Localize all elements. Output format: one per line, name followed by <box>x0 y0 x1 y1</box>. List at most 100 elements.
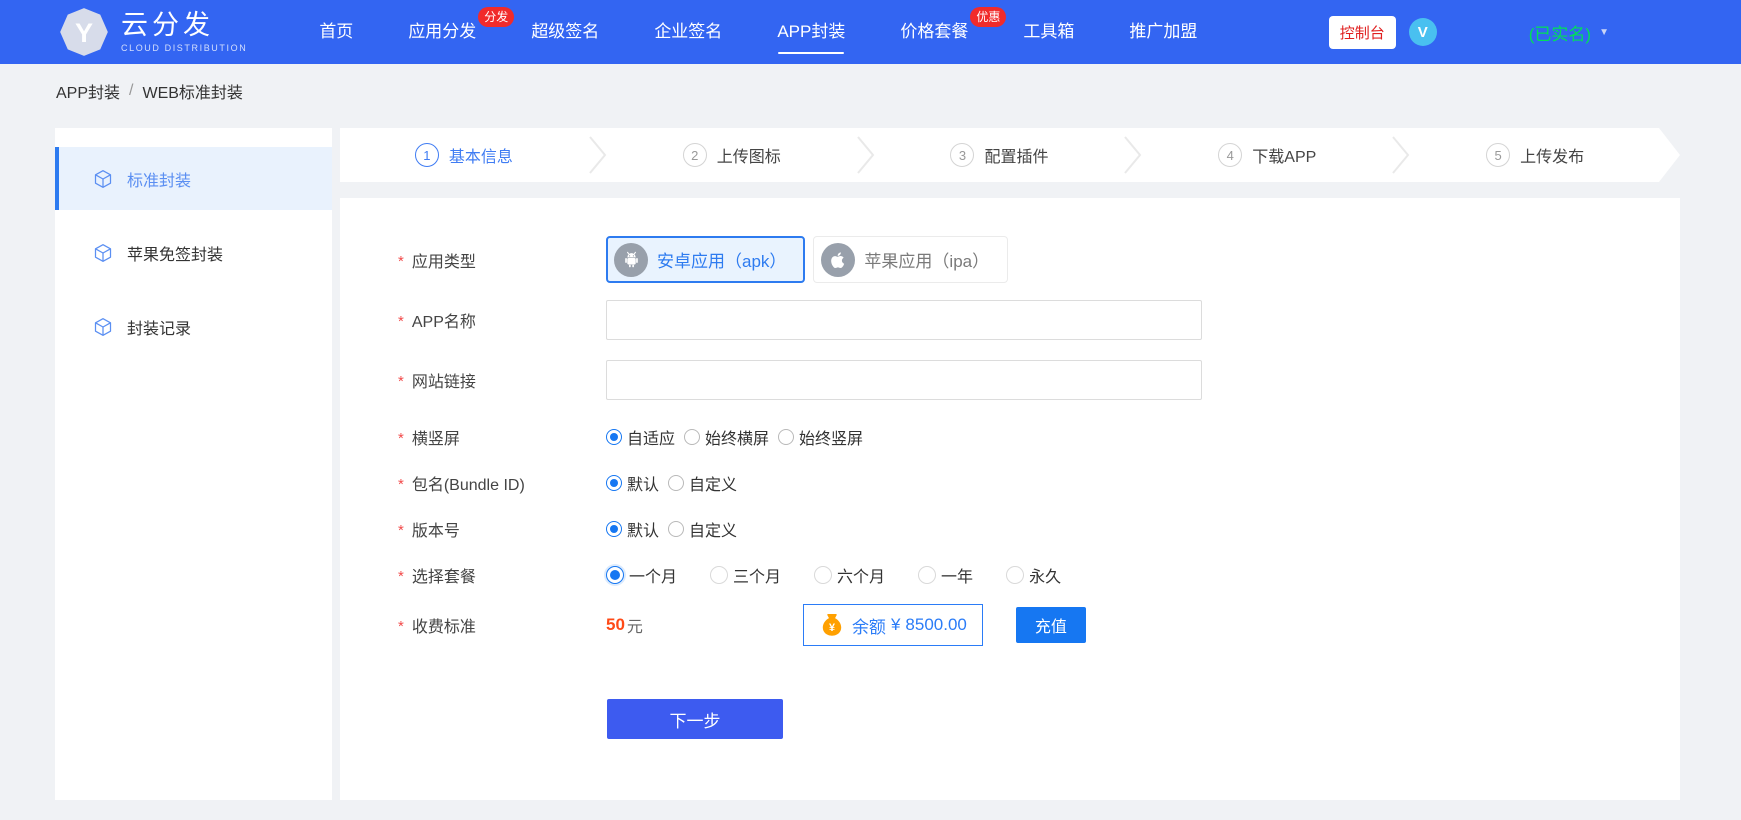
app-type-options: 安卓应用（apk） 苹果应用（ipa） <box>606 236 1008 283</box>
field-label: * 应用类型 <box>340 248 606 272</box>
step-label: 配置插件 <box>984 143 1048 167</box>
chevron-down-icon: ▼ <box>1599 27 1609 38</box>
console-button[interactable]: 控制台 <box>1329 16 1396 49</box>
cube-icon <box>93 243 113 263</box>
step-number: 2 <box>683 143 707 167</box>
sidebar-item-label: 封装记录 <box>127 315 191 339</box>
radio-icon <box>684 429 700 445</box>
wizard-step-download-app: 4 下载APP <box>1143 143 1391 167</box>
field-label: * 横竖屏 <box>340 425 606 449</box>
chevron-right-icon <box>1391 133 1411 177</box>
form-row-orientation: * 横竖屏 自适应 始终横屏 始终竖屏 <box>340 426 1680 448</box>
sidebar-item-apple-nosign-packaging[interactable]: 苹果免签封装 <box>55 221 332 284</box>
next-step-button[interactable]: 下一步 <box>607 699 783 739</box>
breadcrumb-current: WEB标准封装 <box>142 79 242 103</box>
logo-polygon-icon: Y <box>58 6 110 58</box>
form-row-app-type: * 应用类型 <box>340 236 1680 283</box>
svg-text:¥: ¥ <box>829 622 835 634</box>
sidebar-item-label: 苹果免签封装 <box>127 241 223 265</box>
sidebar-item-packaging-records[interactable]: 封装记录 <box>55 295 332 358</box>
radio-icon <box>668 475 684 491</box>
nav-item-home[interactable]: 首页 <box>319 0 353 64</box>
logo[interactable]: Y 云分发 CLOUD DISTRIBUTION <box>58 6 247 58</box>
breadcrumb-parent[interactable]: APP封装 <box>56 79 120 103</box>
app-type-label: 苹果应用（ipa） <box>864 247 989 272</box>
radio-option-forever[interactable]: 永久 <box>1006 563 1061 587</box>
radio-option-three-months[interactable]: 三个月 <box>710 563 781 587</box>
radio-option-six-months[interactable]: 六个月 <box>814 563 885 587</box>
form-row-version: * 版本号 默认 自定义 <box>340 518 1680 540</box>
sidebar: 标准封装 苹果免签封装 封装记录 <box>55 128 332 800</box>
nav-item-app-distribution[interactable]: 应用分发 分发 <box>408 0 476 64</box>
cube-icon <box>93 169 113 189</box>
step-number: 5 <box>1486 143 1510 167</box>
radio-selected-icon <box>606 566 624 584</box>
top-navbar: Y 云分发 CLOUD DISTRIBUTION 首页 应用分发 分发 超级签名… <box>0 0 1741 64</box>
nav-item-app-packaging[interactable]: APP封装 <box>777 0 845 64</box>
version-radio-group: 默认 自定义 <box>606 517 737 541</box>
radio-option-one-month[interactable]: 一个月 <box>606 563 677 587</box>
step-number: 3 <box>950 143 974 167</box>
radio-icon <box>778 429 794 445</box>
apple-icon <box>821 243 855 277</box>
android-icon <box>614 243 648 277</box>
form-row-app-name: * APP名称 <box>340 300 1680 340</box>
step-wizard: 1 基本信息 2 上传图标 3 配置插件 4 下载APP 5 上传发布 <box>340 128 1659 182</box>
orientation-radio-group: 自适应 始终横屏 始终竖屏 <box>606 425 863 449</box>
nav-item-affiliate[interactable]: 推广加盟 <box>1129 0 1197 64</box>
field-label: * 选择套餐 <box>340 563 606 587</box>
balance-display: ¥ 余额 ¥ 8500.00 <box>803 604 983 646</box>
app-type-ios-button[interactable]: 苹果应用（ipa） <box>813 236 1008 283</box>
content-area: 标准封装 苹果免签封装 封装记录 1 基本信息 <box>0 118 1741 820</box>
balance-currency: ¥ <box>891 615 900 635</box>
site-url-input[interactable] <box>606 360 1202 400</box>
radio-option-adaptive[interactable]: 自适应 <box>606 425 675 449</box>
basic-info-form: * 应用类型 <box>340 198 1680 800</box>
balance-label: 余额 <box>852 613 886 638</box>
nav-item-pricing[interactable]: 价格套餐 优惠 <box>900 0 968 64</box>
field-label: * 网站链接 <box>340 368 606 392</box>
radio-icon <box>710 566 728 584</box>
nav-item-enterprise-signature[interactable]: 企业签名 <box>654 0 722 64</box>
wizard-step-upload-icon: 2 上传图标 <box>608 143 856 167</box>
required-mark: * <box>398 373 404 390</box>
radio-option-custom[interactable]: 自定义 <box>668 517 737 541</box>
navbar-right: 控制台 V (已实名) ▼ <box>1329 16 1741 49</box>
sidebar-item-label: 标准封装 <box>127 167 191 191</box>
sidebar-item-standard-packaging[interactable]: 标准封装 <box>55 147 332 210</box>
required-mark: * <box>398 476 404 493</box>
chevron-right-icon <box>588 133 608 177</box>
field-label: * 版本号 <box>340 517 606 541</box>
required-mark: * <box>398 253 404 270</box>
verified-status-label: (已实名) <box>1529 20 1591 45</box>
recharge-button[interactable]: 充值 <box>1016 607 1086 643</box>
avatar[interactable]: V <box>1409 18 1437 46</box>
radio-option-portrait[interactable]: 始终竖屏 <box>778 425 863 449</box>
radio-selected-icon <box>606 429 622 445</box>
radio-option-landscape[interactable]: 始终横屏 <box>684 425 769 449</box>
user-status-dropdown[interactable]: (已实名) ▼ <box>1529 20 1609 45</box>
svg-text:Y: Y <box>75 17 93 48</box>
app-type-android-button[interactable]: 安卓应用（apk） <box>606 236 805 283</box>
wizard-step-upload-publish: 5 上传发布 <box>1411 143 1659 167</box>
nav-item-toolbox[interactable]: 工具箱 <box>1023 0 1074 64</box>
radio-icon <box>1006 566 1024 584</box>
chevron-right-icon <box>856 133 876 177</box>
nav-item-super-signature[interactable]: 超级签名 <box>531 0 599 64</box>
form-row-bundle-id: * 包名(Bundle ID) 默认 自定义 <box>340 472 1680 494</box>
form-row-package: * 选择套餐 一个月 三个月 六个月 <box>340 564 1680 586</box>
radio-option-default[interactable]: 默认 <box>606 517 659 541</box>
radio-selected-icon <box>606 521 622 537</box>
radio-icon <box>814 566 832 584</box>
radio-option-custom[interactable]: 自定义 <box>668 471 737 495</box>
step-label: 基本信息 <box>449 143 513 167</box>
app-name-input[interactable] <box>606 300 1202 340</box>
required-mark: * <box>398 313 404 330</box>
wizard-step-basic-info: 1 基本信息 <box>340 143 588 167</box>
app-type-label: 安卓应用（apk） <box>657 247 786 272</box>
step-label: 上传发布 <box>1520 143 1584 167</box>
radio-option-one-year[interactable]: 一年 <box>918 563 973 587</box>
required-mark: * <box>398 568 404 585</box>
radio-option-default[interactable]: 默认 <box>606 471 659 495</box>
breadcrumb: APP封装 / WEB标准封装 <box>0 64 1741 118</box>
